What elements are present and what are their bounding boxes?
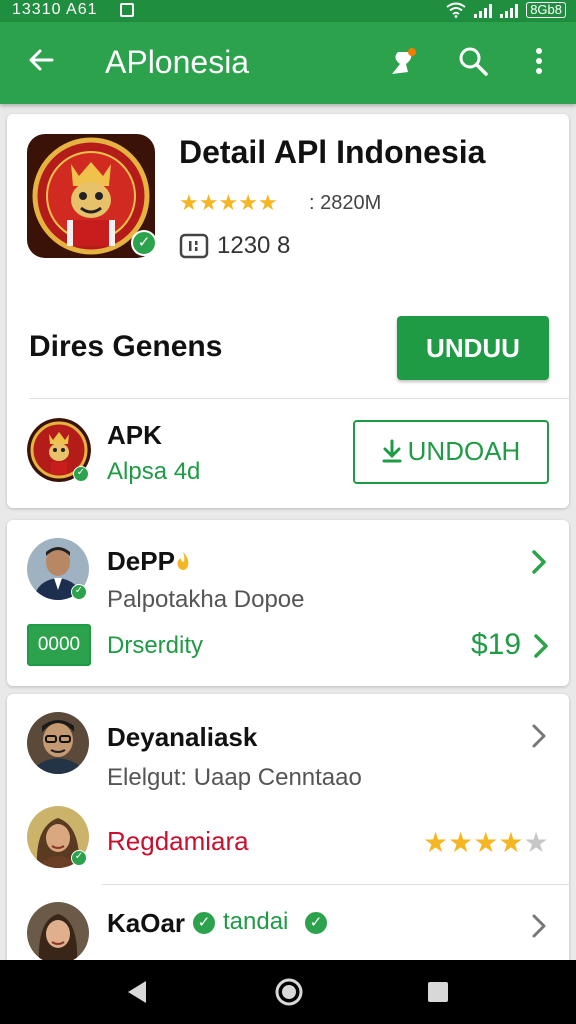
- star-icon: ★: [498, 827, 524, 858]
- chevron-right-icon[interactable]: [529, 722, 549, 750]
- star-icon: ★: [257, 190, 278, 215]
- apk-download-button[interactable]: UNDOAH: [353, 420, 549, 484]
- reviewer-name: KaOar: [107, 908, 186, 938]
- more-vert-icon[interactable]: [522, 44, 556, 78]
- developer-name: DePP: [107, 546, 175, 576]
- reviewer-avatar: [27, 902, 89, 964]
- rating-text: : 2820M: [309, 192, 382, 214]
- star-icon: ★: [423, 827, 449, 858]
- navigation-bar: [0, 960, 576, 1024]
- apk-subtitle: Alpsa 4d: [107, 458, 201, 485]
- star-icon: ★: [448, 827, 474, 858]
- size-icon: [179, 233, 209, 259]
- star-empty-icon: ★: [523, 827, 549, 858]
- divider: [29, 398, 569, 399]
- review-rating-stars: ★★★★★: [423, 826, 549, 859]
- app-title: APlonesia: [105, 44, 250, 80]
- reviewer-badge-text: tandai: [223, 908, 289, 935]
- status-time: 13310 A61: [12, 1, 98, 18]
- chevron-right-icon[interactable]: [531, 632, 551, 660]
- star-icon: ★: [179, 190, 199, 215]
- star-icon: ★: [473, 827, 499, 858]
- reviewer-name: Regdamiara: [107, 826, 249, 856]
- nav-back-icon[interactable]: [124, 978, 150, 1006]
- rating-stars: ★★★★★: [179, 190, 278, 216]
- developer-card[interactable]: ✓ DePP Palpotakha Dopoe 0000 Drserdity $…: [7, 520, 569, 686]
- notification-icon: [120, 3, 134, 17]
- chevron-right-icon[interactable]: [529, 912, 549, 940]
- star-icon: ★: [218, 190, 239, 215]
- verified-badge-icon: ✓: [191, 910, 217, 936]
- reviewer-name: Deyanaliask: [107, 722, 258, 752]
- verified-flame-icon: [177, 552, 189, 570]
- download-button[interactable]: UNDUU: [397, 316, 549, 380]
- app-detail-card: ✓ Detail APl Indonesia ★★★★★ : 2820M 123…: [7, 114, 569, 508]
- app-detail-title: Detail APl Indonesia: [179, 134, 486, 170]
- apk-title: APK: [107, 420, 162, 450]
- chevron-right-icon[interactable]: [529, 548, 549, 576]
- wifi-icon: [446, 2, 466, 18]
- section-label: Dires Genens: [29, 330, 223, 363]
- signal-icon-2: [500, 2, 519, 18]
- status-bar: 13310 A61 8Gb8: [0, 0, 576, 22]
- download-icon: [382, 439, 402, 463]
- developer-tag-label: Drserdity: [107, 632, 204, 659]
- notification-pin-icon[interactable]: [386, 44, 420, 78]
- divider: [101, 884, 569, 885]
- reviews-card: Deyanaliask Elelgut: Uaap Cenntaao ✓ Reg…: [7, 694, 569, 984]
- search-icon[interactable]: [456, 44, 490, 78]
- reviewer-avatar: [27, 712, 89, 774]
- verified-badge-icon: ✓: [303, 910, 329, 936]
- reviewer-subtitle: Elelgut: Uaap Cenntaao: [107, 764, 362, 791]
- nav-recents-icon[interactable]: [426, 980, 450, 1004]
- star-icon: ★: [198, 190, 219, 215]
- developer-tag-text: 0000: [37, 634, 81, 655]
- developer-price: $19: [471, 628, 522, 661]
- nav-home-icon[interactable]: [274, 977, 304, 1007]
- star-icon: ★: [238, 190, 258, 215]
- apk-download-label: UNDOAH: [407, 436, 521, 466]
- verified-badge-icon: ✓: [131, 230, 157, 256]
- arrow-back-icon[interactable]: [26, 44, 58, 76]
- verified-badge-icon: ✓: [71, 850, 87, 866]
- size-text: 1230 8: [217, 232, 291, 259]
- verified-badge-icon: ✓: [71, 584, 87, 600]
- download-button-label: UNDUU: [426, 333, 520, 363]
- app-bar: APlonesia: [0, 22, 576, 104]
- signal-icon: [474, 2, 493, 18]
- developer-tag: 0000: [27, 624, 91, 666]
- verified-badge-icon: ✓: [73, 466, 89, 482]
- developer-subtitle: Palpotakha Dopoe: [107, 586, 305, 613]
- battery-indicator: 8Gb8: [526, 2, 566, 18]
